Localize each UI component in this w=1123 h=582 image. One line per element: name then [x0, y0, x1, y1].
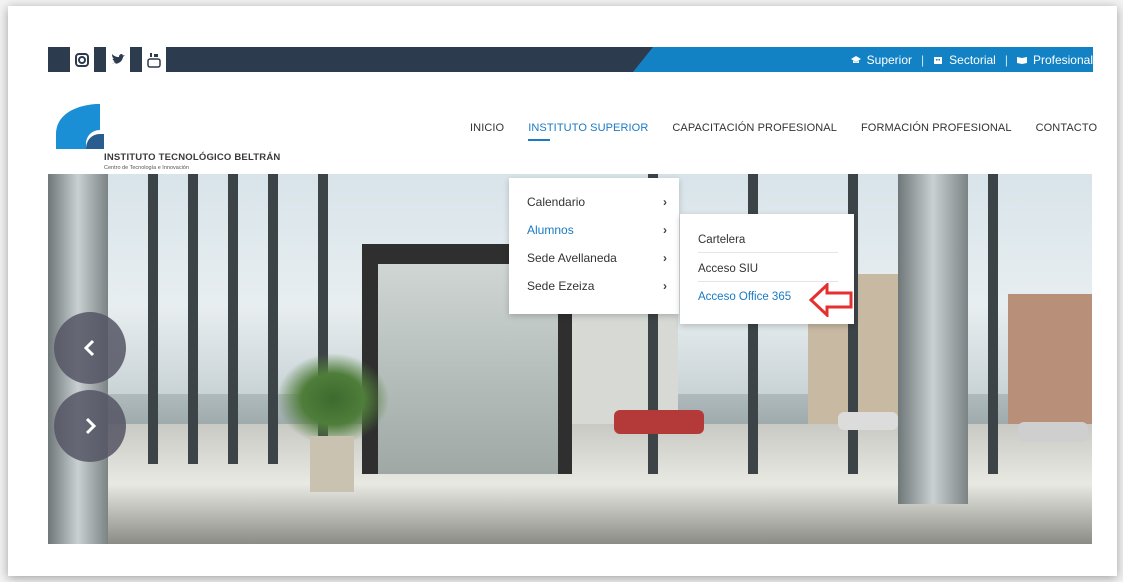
- dropdown-item-label: Sede Avellaneda: [527, 251, 617, 265]
- separator: |: [921, 52, 925, 67]
- dropdown-item-label: Sede Ezeiza: [527, 279, 595, 293]
- nav-capacitacion-profesional[interactable]: CAPACITACIÓN PROFESIONAL: [672, 122, 837, 134]
- dropdown-item-sede-avellaneda[interactable]: Sede Avellaneda ›: [527, 251, 667, 265]
- background-building: [1008, 294, 1092, 434]
- top-links: Superior | Sectorial | Profesional: [850, 47, 1093, 72]
- submenu-item-cartelera[interactable]: Cartelera: [698, 234, 838, 253]
- top-link-label: Sectorial: [949, 52, 996, 67]
- nav-label: CONTACTO: [1035, 122, 1098, 134]
- top-link-label: Superior: [866, 52, 913, 67]
- dropdown-item-sede-ezeiza[interactable]: Sede Ezeiza ›: [527, 279, 667, 293]
- top-link-superior[interactable]: Superior: [850, 52, 913, 67]
- chevron-right-icon: ›: [663, 223, 667, 237]
- chevron-right-icon: ›: [663, 195, 667, 209]
- nav-label: FORMACIÓN PROFESIONAL: [860, 122, 1012, 134]
- window-mullion: [148, 174, 158, 464]
- social-links: f: [48, 47, 178, 72]
- facebook-glyph: f: [52, 49, 58, 69]
- instagram-icon[interactable]: [70, 47, 94, 72]
- active-underline: [528, 139, 551, 141]
- nav-instituto-superior[interactable]: INSTITUTO SUPERIOR: [528, 122, 649, 141]
- logo[interactable]: INSTITUTO TECNOLÓGICO BELTRÁN Centro de …: [56, 104, 286, 174]
- top-link-sectorial[interactable]: Sectorial: [933, 53, 996, 67]
- nav-inicio[interactable]: INICIO: [470, 122, 504, 134]
- chevron-left-icon: [83, 339, 95, 357]
- book-icon: [1016, 56, 1027, 64]
- instituto-superior-dropdown: Calendario › Alumnos › Sede Avellaneda ›…: [509, 178, 679, 314]
- car: [614, 410, 704, 434]
- car: [838, 412, 898, 430]
- nav-formacion-profesional[interactable]: FORMACIÓN PROFESIONAL: [861, 122, 1012, 134]
- window-mullion: [228, 174, 238, 464]
- plant: [278, 354, 388, 444]
- car: [1018, 422, 1088, 442]
- dropdown-item-label: Alumnos: [527, 223, 574, 237]
- pillar: [898, 174, 968, 504]
- window-mullion: [268, 174, 278, 464]
- submenu-item-acceso-siu[interactable]: Acceso SIU: [698, 263, 838, 282]
- separator: |: [1004, 52, 1008, 67]
- window-mullion: [188, 174, 198, 464]
- chevron-right-icon: ›: [663, 279, 667, 293]
- logo-mark-icon: [56, 104, 104, 149]
- twitter-icon[interactable]: [106, 47, 130, 72]
- dropdown-item-alumnos[interactable]: Alumnos ›: [527, 223, 667, 237]
- logo-title: INSTITUTO TECNOLÓGICO BELTRÁN: [104, 152, 281, 163]
- submenu-item-label: Cartelera: [698, 234, 746, 246]
- logo-subtitle: Centro de Tecnología e Innovación: [104, 165, 189, 171]
- dropdown-item-calendario[interactable]: Calendario ›: [527, 195, 667, 209]
- building-icon: [934, 56, 943, 64]
- graduation-cap-icon: [850, 55, 861, 63]
- red-arrow-annotation-icon: [809, 283, 853, 317]
- chevron-right-icon: ›: [663, 251, 667, 265]
- facebook-icon[interactable]: f: [48, 47, 62, 72]
- main-nav: INICIO INSTITUTO SUPERIOR CAPACITACIÓN P…: [470, 122, 1098, 141]
- submenu-item-label: Acceso Office 365: [698, 291, 792, 303]
- youtube-icon[interactable]: [142, 47, 166, 72]
- plant-pot: [310, 436, 354, 492]
- instagram-glyph: [75, 52, 89, 67]
- slider-next-button[interactable]: [54, 390, 126, 462]
- nav-label: INICIO: [470, 122, 505, 134]
- window-mullion: [988, 174, 998, 474]
- nav-label: INSTITUTO SUPERIOR: [528, 122, 649, 134]
- chevron-right-icon: [85, 417, 97, 435]
- nav-contacto[interactable]: CONTACTO: [1036, 122, 1098, 134]
- top-link-profesional[interactable]: Profesional: [1016, 52, 1093, 67]
- twitter-glyph: [112, 53, 125, 64]
- slider-prev-button[interactable]: [54, 312, 126, 384]
- youtube-glyph: [147, 52, 161, 68]
- submenu-item-label: Acceso SIU: [698, 263, 759, 275]
- dropdown-item-label: Calendario: [527, 195, 586, 209]
- nav-label: CAPACITACIÓN PROFESIONAL: [672, 122, 837, 134]
- top-link-label: Profesional: [1032, 52, 1093, 67]
